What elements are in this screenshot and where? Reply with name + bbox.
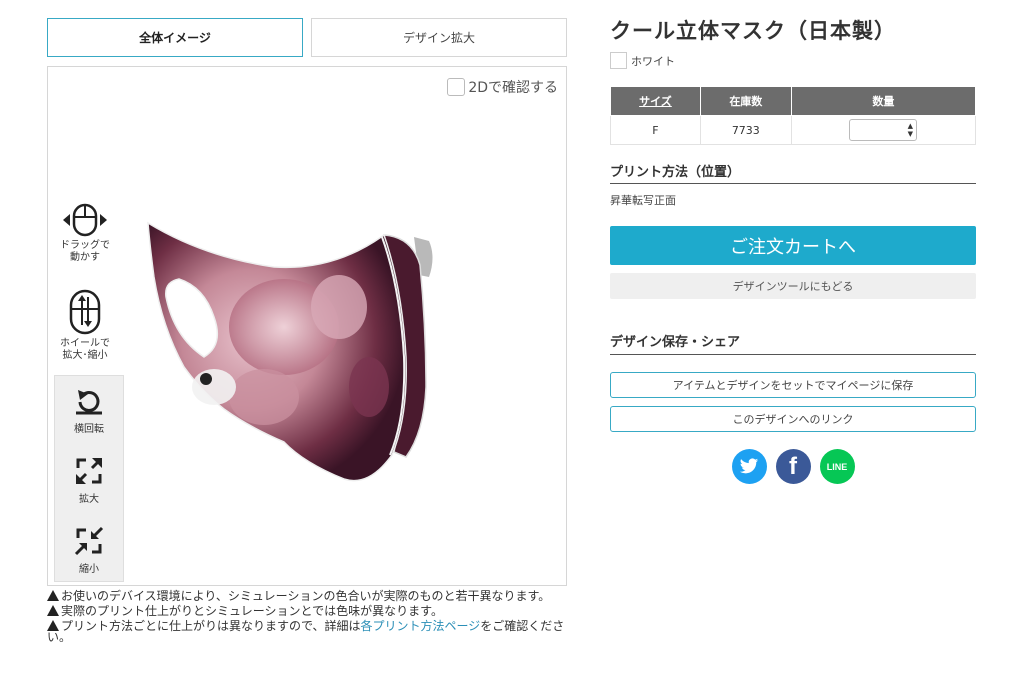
tab-overall-image[interactable]: 全体イメージ — [47, 18, 303, 57]
check-2d-toggle[interactable]: 2Dで確認する — [447, 77, 558, 97]
quantity-cell: ▲ ▼ — [790, 115, 977, 145]
note-text-1: お使いのデバイス環境により、シミュレーションの色合いが実際のものと若干異なります… — [61, 589, 551, 603]
view-control-panel: 横回転 拡大 縮小 — [54, 375, 124, 582]
tab-design-zoom[interactable]: デザイン拡大 — [311, 18, 567, 57]
stock-table-header-row: サイズ 在庫数 数量 — [610, 86, 977, 116]
stock-table: サイズ 在庫数 数量 F 7733 ▲ ▼ — [610, 86, 977, 145]
note-text-3-pre: プリント方法ごとに仕上がりは異なりますので、詳細は — [61, 619, 361, 633]
order-cart-button[interactable]: ご注文カートへ — [610, 226, 976, 265]
check-2d-checkbox[interactable] — [447, 78, 466, 96]
enlarge-label: 拡大 — [79, 494, 99, 505]
product-panel: クール立体マスク（日本製） ホワイト サイズ 在庫数 数量 F 7733 ▲▼ — [610, 10, 977, 484]
note-text-2: 実際のプリント仕上がりとシミュレーションとでは色味が異なります。 — [61, 604, 443, 618]
line-icon[interactable]: LINE — [819, 449, 855, 484]
mask-3d-preview[interactable] — [144, 217, 474, 487]
wheel-hint-label-1: ホイールで — [60, 338, 110, 349]
shrink-label: 縮小 — [79, 564, 99, 575]
save-to-mypage-button[interactable]: アイテムとデザインをセットでマイページに保存 — [610, 372, 976, 398]
caution-notes: お使いのデバイス環境により、シミュレーションの色合いが実際のものと若干異なります… — [47, 590, 567, 646]
back-to-design-tool-button[interactable]: デザインツールにもどる — [610, 273, 976, 299]
preview-viewer[interactable]: 2Dで確認する ドラッグで 動かす ホイールで 拡大･縮小 横回転 拡大 縮小 — [47, 66, 567, 586]
twitter-icon[interactable] — [731, 449, 767, 484]
note-device-color: お使いのデバイス環境により、シミュレーションの色合いが実際のものと若干異なります… — [47, 590, 567, 602]
mouse-drag-icon — [63, 203, 107, 237]
rotate-button[interactable]: 横回転 — [55, 388, 123, 435]
shrink-button[interactable]: 縮小 — [55, 526, 123, 575]
expand-icon — [76, 458, 102, 484]
social-share: f LINE — [610, 449, 976, 484]
print-method-value: 昇華転写正面 — [610, 194, 676, 207]
drag-hint-label-1: ドラッグで — [60, 240, 110, 251]
color-option[interactable]: ホワイト — [610, 52, 976, 69]
mouse-wheel-icon — [69, 289, 101, 335]
drag-hint: ドラッグで 動かす — [50, 203, 120, 264]
table-row: F 7733 ▲ ▼ — [610, 115, 977, 145]
rotate-icon — [76, 390, 102, 415]
view-tabs: 全体イメージ デザイン拡大 — [47, 18, 567, 58]
stock-cell: 7733 — [699, 115, 792, 145]
quantity-stepper[interactable]: ▲ ▼ — [849, 119, 918, 141]
print-method-page-link[interactable]: 各プリント方法ページ — [361, 619, 481, 633]
shrink-icon — [74, 526, 104, 556]
note-print-method: プリント方法ごとに仕上がりは異なりますので、詳細は各プリント方法ページをご確認く… — [47, 620, 567, 643]
enlarge-button[interactable]: 拡大 — [55, 456, 123, 505]
design-link-button[interactable]: このデザインへのリンク — [610, 406, 976, 432]
color-swatch-white[interactable] — [610, 52, 627, 69]
size-header-link[interactable]: サイズ — [610, 86, 701, 116]
wheel-hint-label-2: 拡大･縮小 — [62, 350, 108, 361]
warning-icon — [47, 605, 59, 616]
drag-hint-label-2: 動かす — [70, 252, 100, 263]
wheel-hint: ホイールで 拡大･縮小 — [50, 289, 120, 362]
note-print-color: 実際のプリント仕上がりとシミュレーションとでは色味が異なります。 — [47, 605, 567, 617]
product-title: クール立体マスク（日本製） — [610, 19, 896, 43]
quantity-header: 数量 — [790, 86, 977, 116]
stock-header: 在庫数 — [699, 86, 792, 116]
size-cell: F — [610, 115, 701, 145]
spinner-arrows-icon[interactable]: ▲ ▼ — [906, 122, 914, 138]
facebook-icon[interactable]: f — [775, 449, 811, 484]
print-method-heading: プリント方法（位置） — [610, 161, 976, 184]
mask-image — [147, 221, 433, 482]
warning-icon — [47, 590, 59, 601]
color-label: ホワイト — [631, 54, 675, 68]
save-share-heading: デザイン保存・シェア — [610, 331, 976, 355]
check-2d-label: 2Dで確認する — [468, 80, 558, 96]
rotate-label: 横回転 — [74, 424, 104, 435]
